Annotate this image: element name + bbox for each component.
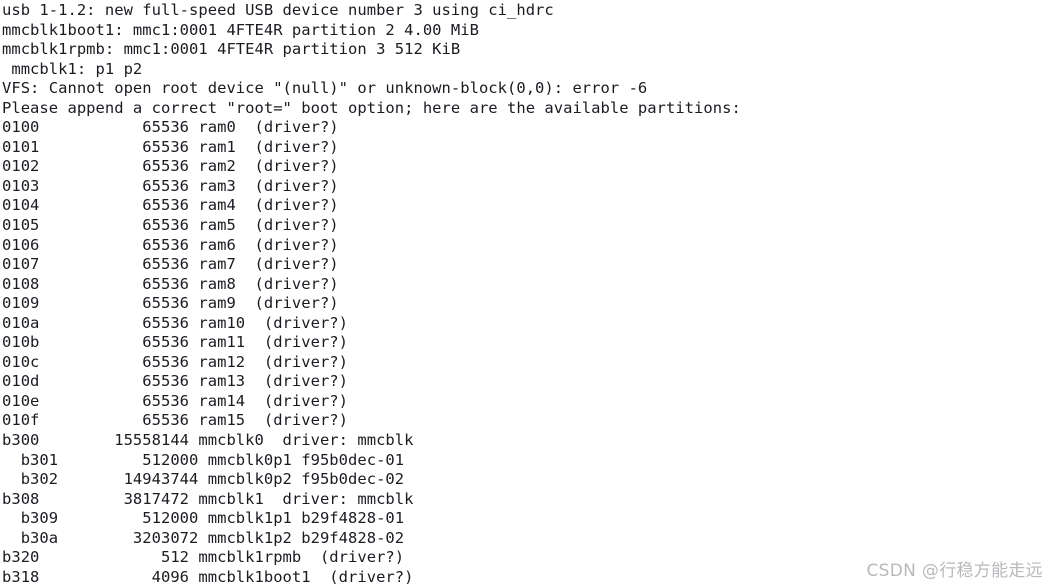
console-line: usb 1-1.2: new full-speed USB device num… xyxy=(2,1,554,19)
console-line: 0105 65536 ram5 (driver?) xyxy=(2,216,339,235)
console-line: Please append a correct "root=" boot opt… xyxy=(2,98,741,117)
console-line: 010a 65536 ram10 (driver?) xyxy=(2,313,349,332)
console-log-output: usb 1-1.2: new full-speed USB device num… xyxy=(0,0,816,585)
console-line: 0100 65536 ram0 (driver?) xyxy=(2,118,339,137)
console-line: 0104 65536 ram4 (driver?) xyxy=(2,196,339,215)
console-line: 010b 65536 ram11 (driver?) xyxy=(2,333,349,352)
console-line: VFS: Cannot open root device "(null)" or… xyxy=(2,79,648,98)
console-line: 010f 65536 ram15 (driver?) xyxy=(2,411,349,430)
console-line: 0101 65536 ram1 (driver?) xyxy=(2,137,339,156)
console-line: b318 4096 mmcblk1boot1 (driver?) xyxy=(2,567,414,585)
console-line: 0103 65536 ram3 (driver?) xyxy=(2,176,339,195)
kernel-boot-console: usb 1-1.2: new full-speed USB device num… xyxy=(0,0,1049,585)
console-line: b30a 3203072 mmcblk1p2 b29f4828-02 xyxy=(2,528,405,547)
console-line: mmcblk1boot1: mmc1:0001 4FTE4R partition… xyxy=(2,20,479,39)
console-line: b308 3817472 mmcblk1 driver: mmcblk xyxy=(2,489,414,508)
console-line: b301 512000 mmcblk0p1 f95b0dec-01 xyxy=(2,450,405,469)
console-line: 0109 65536 ram9 (driver?) xyxy=(2,294,339,313)
console-line: b320 512 mmcblk1rpmb (driver?) xyxy=(2,548,405,567)
console-line: 0107 65536 ram7 (driver?) xyxy=(2,255,339,274)
console-line: 010d 65536 ram13 (driver?) xyxy=(2,372,349,391)
console-line: mmcblk1rpmb: mmc1:0001 4FTE4R partition … xyxy=(2,40,461,59)
console-line: 0106 65536 ram6 (driver?) xyxy=(2,235,339,254)
console-line: b300 15558144 mmcblk0 driver: mmcblk xyxy=(2,431,414,450)
console-line: b309 512000 mmcblk1p1 b29f4828-01 xyxy=(2,509,405,528)
console-line: mmcblk1: p1 p2 xyxy=(2,59,143,78)
console-line: 0108 65536 ram8 (driver?) xyxy=(2,274,339,293)
console-line: 010c 65536 ram12 (driver?) xyxy=(2,352,349,371)
console-line: b302 14943744 mmcblk0p2 f95b0dec-02 xyxy=(2,470,405,489)
console-line: 010e 65536 ram14 (driver?) xyxy=(2,391,349,410)
console-line: 0102 65536 ram2 (driver?) xyxy=(2,157,339,176)
csdn-watermark: CSDN @行稳方能走远 xyxy=(866,561,1043,581)
